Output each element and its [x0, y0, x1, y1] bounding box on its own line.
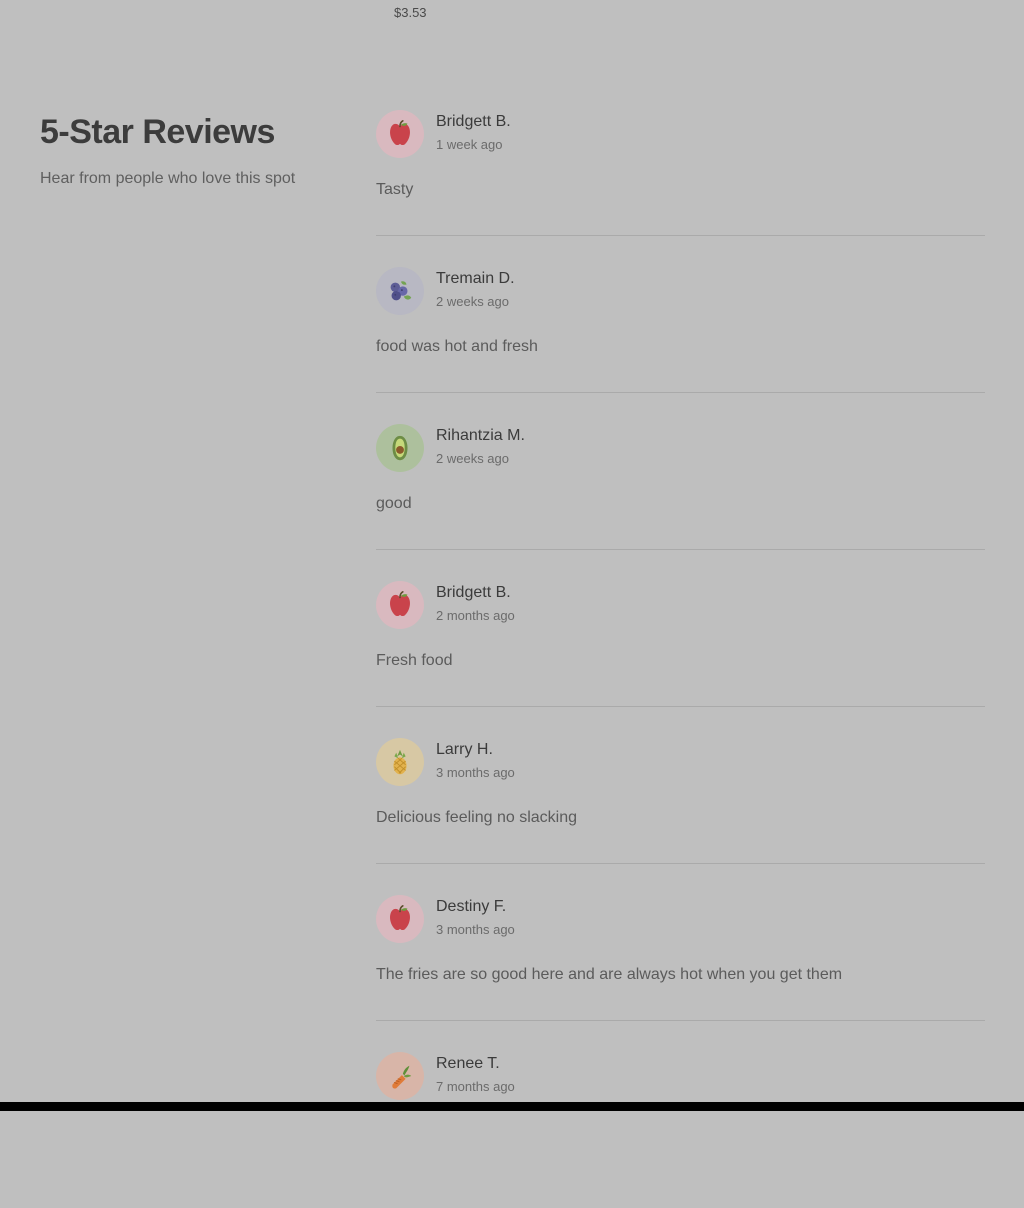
reviewer-avatar: [376, 110, 424, 158]
review-date: 2 months ago: [436, 608, 515, 623]
reviewer-name: Rihantzia M.: [436, 427, 525, 444]
reviewer-name: Bridgett B.: [436, 113, 511, 130]
review-card: Bridgett B. 1 week ago Tasty: [376, 110, 985, 236]
review-text: Fresh food: [376, 652, 453, 669]
review-text: good: [376, 495, 412, 512]
review-date: 3 months ago: [436, 922, 515, 937]
review-text: The fries are so good here and are alway…: [376, 966, 843, 983]
review-text: food was hot and fresh: [376, 338, 538, 355]
review-date: 7 months ago: [436, 1079, 515, 1094]
apple-icon: [390, 905, 410, 931]
reviewer-avatar: [376, 1052, 424, 1100]
reviewer-avatar: [376, 424, 424, 472]
reviewer-avatar: [376, 267, 424, 315]
reviewer-avatar: [376, 895, 424, 943]
menu-item-price: $3.53: [394, 5, 427, 20]
review-text: Tasty: [376, 181, 414, 198]
carrot-icon: [392, 1065, 412, 1089]
bottom-edge-bar: [0, 1102, 1024, 1111]
apple-icon: [390, 120, 410, 146]
apple-icon: [390, 591, 410, 617]
reviewer-name: Destiny F.: [436, 898, 507, 915]
reviewer-name: Bridgett B.: [436, 584, 511, 601]
review-card: Bridgett B. 2 months ago Fresh food: [376, 581, 985, 707]
review-date: 3 months ago: [436, 765, 515, 780]
review-card: Destiny F. 3 months ago The fries are so…: [376, 895, 985, 1021]
reviews-heading-block: 5-Star Reviews Hear from people who love…: [40, 112, 340, 188]
reviews-list: Bridgett B. 1 week ago Tasty Tremain D. …: [376, 110, 985, 1208]
section-title: 5-Star Reviews: [40, 113, 275, 151]
review-text: Delicious feeling no slacking: [376, 809, 577, 826]
review-card: Larry H. 3 months ago Delicious feeling …: [376, 738, 985, 864]
review-card: Tremain D. 2 weeks ago food was hot and …: [376, 267, 985, 393]
review-date: 2 weeks ago: [436, 294, 509, 309]
reviewer-name: Tremain D.: [436, 270, 515, 287]
reviewer-avatar: [376, 581, 424, 629]
reviewer-name: Larry H.: [436, 741, 493, 758]
review-date: 2 weeks ago: [436, 451, 509, 466]
pineapple-icon: [393, 749, 407, 775]
reviewer-name: Renee T.: [436, 1055, 500, 1072]
review-card: Renee T. 7 months ago: [376, 1052, 985, 1177]
review-card: Rihantzia M. 2 weeks ago good: [376, 424, 985, 550]
blueberry-icon: [390, 281, 412, 301]
section-subtitle: Hear from people who love this spot: [40, 170, 296, 187]
reviewer-avatar: [376, 738, 424, 786]
avocado-icon: [392, 435, 408, 461]
review-date: 1 week ago: [436, 137, 503, 152]
